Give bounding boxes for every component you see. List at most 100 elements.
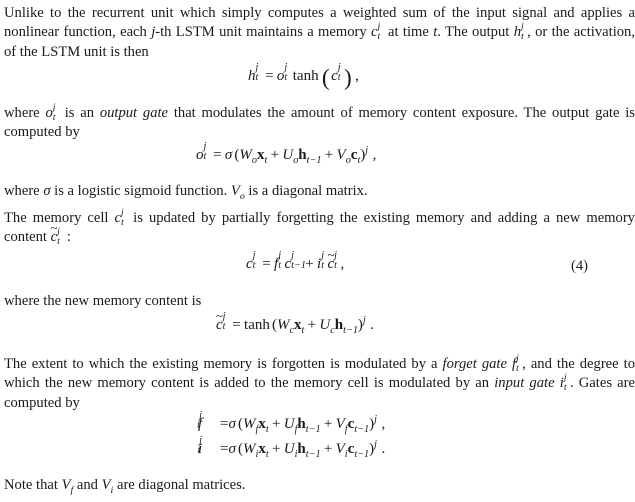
math-subscript: t−1	[354, 424, 370, 435]
math-subscript: t	[203, 151, 207, 163]
math-subscript: t−1	[306, 155, 322, 166]
math-superscript: j	[199, 409, 202, 421]
math-period: .	[381, 441, 386, 457]
math-base: c	[331, 68, 338, 84]
paragraph-gates: The extent to which the existing memory …	[0, 353, 635, 413]
math-matrix-U: U	[283, 441, 295, 457]
math-subscript: t	[57, 236, 60, 248]
math-comma: ,	[355, 68, 359, 84]
math-comma: ,	[381, 416, 386, 432]
math-subscript: t−1	[291, 260, 306, 272]
equation-input-gate: i j t =σ (Wixt + Uiht−1 + Vict−1)j.	[198, 435, 386, 460]
math-equals: =	[232, 317, 241, 333]
math-plus: +	[323, 416, 333, 432]
math-input-gate-i: ijt	[317, 250, 324, 273]
math-output-gate-o-jt: ojt	[45, 102, 55, 123]
math-matrix-V: V	[230, 183, 240, 199]
math-matrix-Vi: V	[101, 477, 111, 493]
math-matrix-V: V	[335, 416, 345, 432]
math-prev-memory-c: c j t−1	[285, 250, 306, 273]
math-cell-c: cjt	[331, 62, 341, 85]
math-paren-open: (	[237, 416, 243, 432]
math-paren-open: (	[237, 441, 243, 457]
math-vector-x: x	[258, 416, 266, 432]
text-segment: is a diagonal matrix.	[244, 183, 368, 199]
math-matrix-W: W	[242, 416, 256, 432]
paragraph-diagonal-note: Note that Vf and Vi are diagonal matrice…	[0, 476, 635, 495]
math-superscript: j	[252, 249, 256, 261]
math-vector-h: h	[297, 441, 306, 457]
math-function-tanh: tanh	[244, 317, 270, 333]
math-paren-open: (	[321, 64, 330, 91]
math-matrix-W: W	[276, 317, 290, 333]
math-subscript: t	[334, 260, 338, 272]
equation-forget-gate: f j t =σ (Wfxt + Ufht−1 + Vfct−1)j,	[197, 410, 386, 435]
math-comma: ,	[372, 147, 377, 163]
math-plus: +	[270, 147, 280, 163]
math-base: h	[248, 68, 256, 84]
math-paren-open: (	[271, 317, 277, 333]
math-vector-h: h	[297, 416, 306, 432]
math-vector-x: x	[258, 441, 266, 457]
math-subscript: t	[520, 31, 524, 43]
paper-page: Unlike to the recurrent unit which simpl…	[0, 0, 635, 502]
math-lhs-ctilde: ~ c j t	[216, 310, 226, 334]
equation-new-memory-content: ~ c j t = tanh (Wcxt + Ucht−1)j.	[216, 310, 375, 336]
text-segment: where the new memory content is	[4, 293, 202, 309]
emphasis-output-gate: output gate	[99, 105, 169, 121]
math-subscript: t−1	[354, 449, 370, 460]
math-subscript: t	[255, 72, 259, 84]
math-superscript: j	[334, 249, 338, 261]
math-vector-h: h	[298, 147, 307, 163]
math-plus: +	[323, 441, 333, 457]
math-subscript: t	[197, 420, 200, 432]
math-matrix-U: U	[319, 317, 331, 333]
text-segment: Note that	[4, 477, 62, 493]
math-function-tanh: tanh	[292, 68, 319, 84]
emphasis-forget-gate: forget gate	[442, 356, 507, 372]
math-superscript: j	[284, 61, 288, 73]
math-superscript: j	[278, 249, 282, 261]
math-subscript: t	[284, 72, 288, 84]
text-segment: is a logistic sigmoid function.	[50, 183, 231, 199]
math-subscript: t	[377, 31, 381, 43]
text-segment: :	[63, 229, 71, 246]
math-superscript: j	[255, 61, 259, 73]
math-base: h	[513, 24, 521, 41]
math-subscript: t	[516, 362, 519, 374]
text-segment: The extent to which the existing memory …	[4, 356, 443, 372]
equation-output-gate: o j t = σ (Woxt + Uoht−1 + Voct)j,	[196, 141, 377, 166]
math-period: .	[370, 317, 375, 333]
paragraph-output-gate: where ojt is an output gate that modulat…	[0, 102, 635, 143]
math-superscript: j	[321, 249, 325, 261]
math-base: o	[45, 105, 53, 121]
math-plus: +	[271, 441, 281, 457]
paragraph-new-memory-lead: where the new memory content is	[0, 292, 635, 311]
math-matrix-U: U	[283, 416, 295, 432]
math-lhs-o: ojt	[196, 141, 207, 164]
text-segment: and	[73, 477, 102, 493]
math-superscript: j	[291, 249, 295, 261]
math-sigma: σ	[43, 183, 51, 199]
math-tilde-accent: ~	[216, 309, 223, 324]
paragraph-intro: Unlike to the recurrent unit which simpl…	[0, 4, 635, 62]
math-output-gate-o: ojt	[277, 62, 288, 85]
math-plus: +	[324, 147, 334, 163]
math-subscript: t	[222, 321, 226, 333]
math-superscript: j	[203, 140, 207, 152]
math-subscript: t	[337, 72, 341, 84]
math-matrix-W: W	[242, 441, 256, 457]
math-matrix-V: V	[335, 441, 345, 457]
math-comma: ,	[340, 256, 345, 272]
text-segment: where	[4, 183, 44, 199]
math-subscript: t	[52, 111, 56, 123]
math-subscript: t−1	[305, 449, 321, 460]
equation-memory-cell-update: c j t = f j t c j t−1 + i j t ~ c j t,	[246, 249, 345, 273]
math-equals: =	[265, 68, 274, 84]
math-memory-c-jt: cjt	[371, 21, 380, 42]
math-base: c	[246, 256, 253, 272]
math-forget-gate-f: fjt	[274, 250, 281, 273]
math-lhs-c: cjt	[246, 250, 256, 273]
math-subscript: t−1	[343, 325, 358, 336]
math-equals: =	[262, 256, 271, 272]
